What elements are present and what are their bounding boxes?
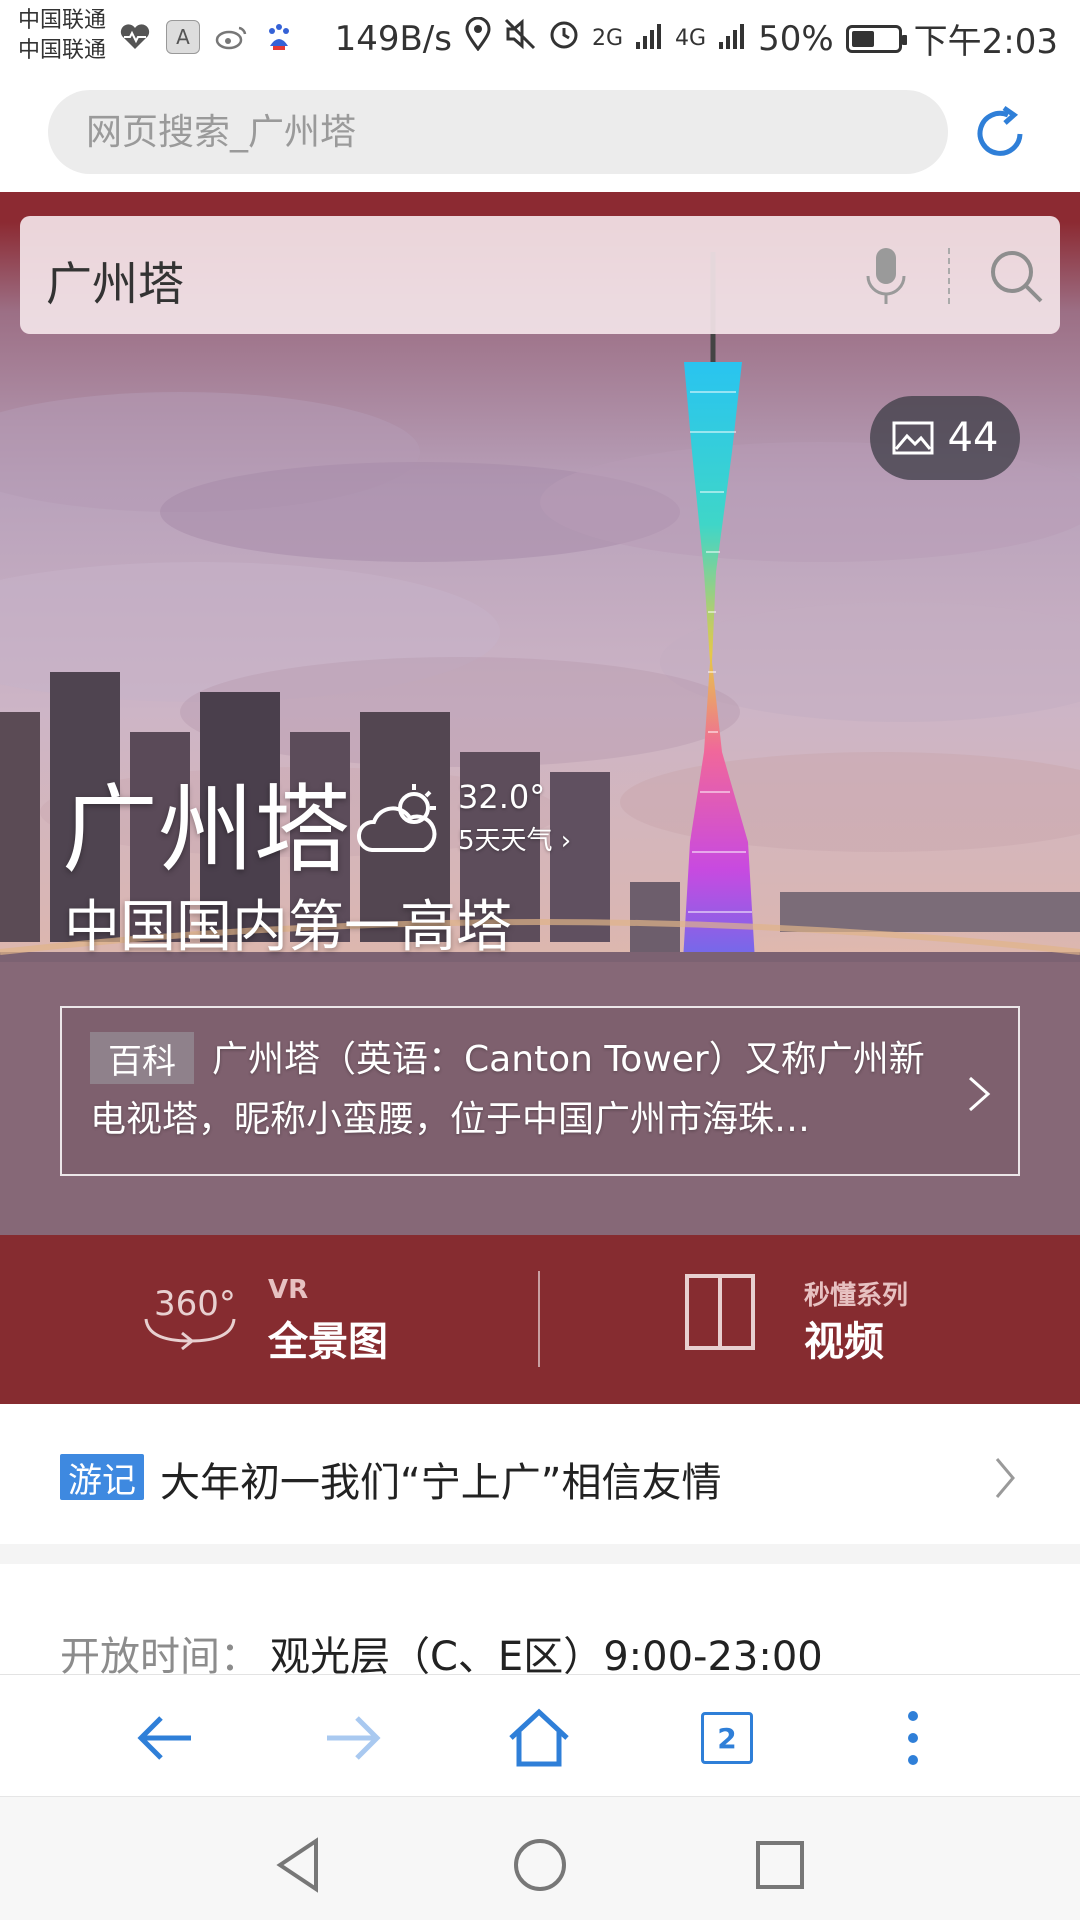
- travel-note-row[interactable]: 游记 大年初一我们“宁上广”相信友情: [0, 1404, 1080, 1544]
- battery-fill: [851, 30, 874, 47]
- signal-icon: [635, 19, 663, 59]
- notification-icons: A: [118, 20, 296, 54]
- home-icon: [509, 1708, 569, 1767]
- status-bar: 中国联通 中国联通 A 149B/s 2G 4G 50% 下午2:03: [0, 0, 1080, 76]
- browser-toolbar: 2: [0, 1674, 1080, 1796]
- photo-gallery-button[interactable]: 44: [870, 396, 1020, 480]
- browser-url-bar: [0, 76, 1080, 192]
- section-gap: [0, 1544, 1080, 1564]
- signal-2g-label: 2G: [591, 26, 624, 51]
- hero-search-box[interactable]: 广州塔: [20, 216, 1060, 334]
- back-button[interactable]: [130, 1703, 200, 1773]
- vr-panorama-button[interactable]: 360° VR 全景图: [140, 1235, 400, 1404]
- carrier-2: 中国联通: [18, 38, 107, 63]
- battery-icon: [845, 24, 907, 53]
- vr-360-icon: 360°: [144, 1284, 236, 1351]
- chevron-right-icon: [995, 1458, 1015, 1498]
- encyclopedia-summary: 广州塔（英语：Canton Tower）又称广州新电视塔，昵称小蛮腰，位于中国广…: [90, 1039, 925, 1140]
- feature-band: 360° VR 全景图 秒懂系列 视频: [0, 1235, 1080, 1404]
- search-icon[interactable]: [986, 246, 1046, 306]
- hero-search-text: 广州塔: [46, 257, 184, 311]
- carrier-1: 中国联通: [18, 8, 107, 33]
- arrow-left-icon: [137, 1716, 191, 1760]
- vr-label-main: 全景图: [268, 1319, 388, 1365]
- battery-percent: 50%: [758, 18, 834, 59]
- system-nav-bar: [0, 1796, 1080, 1920]
- clock: 下午2:03: [913, 22, 1058, 62]
- arrow-right-icon: [327, 1716, 381, 1760]
- vr-360-text: 360°: [154, 1284, 236, 1324]
- image-icon: [892, 421, 934, 455]
- nav-home-icon[interactable]: [510, 1835, 570, 1895]
- refresh-icon[interactable]: [968, 102, 1032, 166]
- a-icon: A: [166, 20, 200, 54]
- page-subtitle: 中国国内第一高塔: [64, 895, 512, 960]
- more-menu-button[interactable]: [878, 1703, 948, 1773]
- weibo-icon: [214, 20, 248, 54]
- photo-count: 44: [947, 415, 999, 461]
- vr-label-top: VR: [268, 1275, 309, 1305]
- page-title: 广州塔: [62, 774, 350, 886]
- video-label-top: 秒懂系列: [804, 1281, 909, 1311]
- encyclopedia-card[interactable]: 百科 广州塔（英语：Canton Tower）又称广州新电视塔，昵称小蛮腰，位于…: [60, 1006, 1020, 1176]
- temperature: 32.0°: [458, 778, 546, 816]
- microphone-icon[interactable]: [862, 246, 910, 308]
- baidu-icon: [262, 20, 296, 54]
- opening-hours-row: 开放时间： 观光层（C、E区）9:00-23:00: [0, 1564, 1080, 1680]
- forecast-link[interactable]: 5天天气 ›: [458, 820, 571, 857]
- home-button[interactable]: [504, 1703, 574, 1773]
- system-status: 149B/s 2G 4G 50% 下午2:03: [335, 14, 1058, 63]
- video-label-main: 视频: [804, 1319, 884, 1365]
- more-vertical-icon: [908, 1711, 918, 1765]
- heart-rate-icon: [118, 20, 152, 54]
- band-divider: [538, 1271, 540, 1367]
- travel-tag: 游记: [60, 1454, 144, 1501]
- hero-banner: 广州塔 44 广州塔 32.0° 5天天气 › 中国国内第一高塔 百科 广州塔（…: [0, 192, 1080, 1235]
- alarm-icon: [548, 18, 580, 59]
- signal-4g-label: 4G: [675, 26, 707, 51]
- tabs-button[interactable]: 2: [692, 1703, 762, 1773]
- search-divider: [948, 248, 950, 304]
- net-speed: 149B/s: [334, 18, 452, 59]
- mute-icon: [504, 18, 536, 59]
- book-video-icon: [685, 1274, 755, 1350]
- carrier-labels: 中国联通 中国联通: [18, 6, 106, 66]
- travel-note-title: 大年初一我们“宁上广”相信友情: [160, 1460, 722, 1506]
- nav-back-icon[interactable]: [270, 1835, 330, 1895]
- forward-button[interactable]: [318, 1703, 388, 1773]
- location-icon: [464, 16, 492, 60]
- signal-icon-2: [718, 19, 746, 59]
- chevron-right-icon: [969, 1076, 991, 1112]
- url-search-input[interactable]: [48, 90, 948, 174]
- nav-recents-icon[interactable]: [750, 1835, 810, 1895]
- cloudy-sun-icon: [356, 784, 437, 852]
- tab-count: 2: [701, 1712, 753, 1764]
- video-button[interactable]: 秒懂系列 视频: [685, 1235, 950, 1404]
